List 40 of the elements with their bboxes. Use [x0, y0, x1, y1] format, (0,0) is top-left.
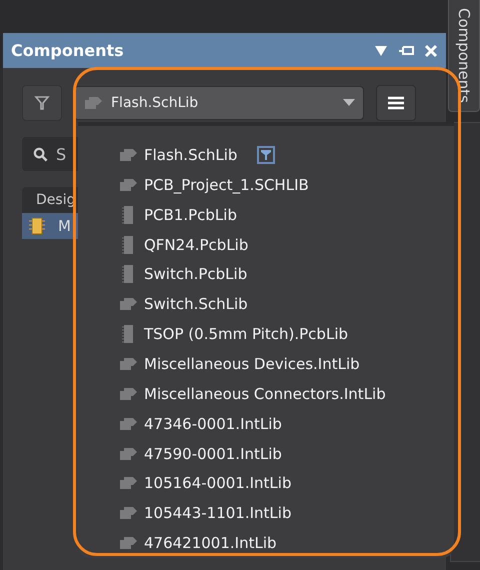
library-item[interactable]: Miscellaneous Devices.IntLib [78, 349, 454, 379]
filter-icon[interactable] [257, 146, 276, 164]
library-icon [118, 475, 138, 492]
dropdown-value: Flash.SchLib [111, 95, 200, 111]
menu-icon [387, 96, 405, 110]
library-icon [118, 416, 138, 432]
filter-button[interactable] [22, 85, 62, 121]
library-item[interactable]: QFN24.PcbLib [78, 230, 454, 260]
library-icon [118, 176, 138, 193]
library-item[interactable]: 47346-0001.IntLib [78, 408, 454, 439]
table-cell: M [58, 217, 71, 235]
menu-button[interactable] [376, 85, 416, 121]
close-icon[interactable] [424, 44, 438, 58]
chip-icon [28, 217, 46, 235]
library-icon [83, 95, 103, 111]
library-icon [118, 146, 138, 163]
library-item[interactable]: PCB_Project_1.SCHLIB [78, 170, 454, 200]
library-item[interactable]: PCB1.PcbLib [78, 200, 454, 230]
filter-icon [34, 95, 50, 111]
library-item[interactable]: 105443-1101.IntLib [78, 498, 454, 528]
library-icon [118, 505, 138, 522]
panel-title: Components [11, 41, 124, 60]
library-item[interactable]: Switch.PcbLib [78, 259, 454, 290]
library-dropdown[interactable]: Flash.SchLib [74, 86, 364, 120]
library-item[interactable]: 47590-0001.IntLib [78, 438, 454, 468]
library-item[interactable]: 476421001.IntLib [78, 528, 454, 558]
library-item[interactable]: Flash.SchLib [78, 140, 454, 170]
library-item[interactable]: Miscellaneous Connectors.IntLib [78, 378, 454, 409]
library-item[interactable]: 105164-0001.IntLib [78, 468, 454, 498]
library-icon [118, 446, 138, 462]
library-icon [118, 356, 138, 372]
library-icon [118, 535, 138, 552]
side-tab[interactable]: Components [448, 0, 480, 112]
library-icon [118, 296, 138, 312]
pin-icon[interactable] [398, 44, 414, 58]
library-item[interactable]: Switch.SchLib [78, 289, 454, 320]
caret-icon [343, 99, 355, 107]
library-icon [118, 386, 138, 402]
library-item[interactable]: TSOP (0.5mm Pitch).PcbLib [78, 319, 454, 350]
dropdown-icon[interactable] [374, 44, 388, 58]
